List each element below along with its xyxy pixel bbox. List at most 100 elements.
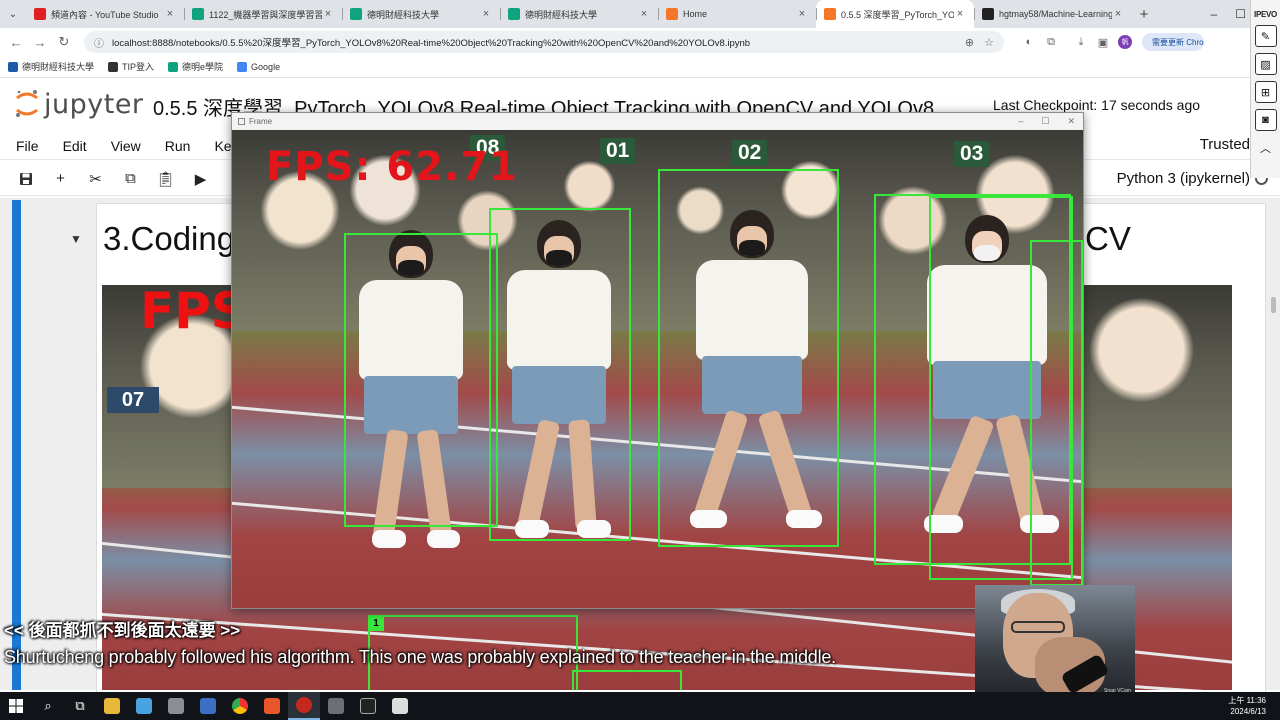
extensions-puzzle-icon[interactable]: ⧉ [1040,31,1062,53]
tab-title: 頻道內容 - YouTube Studio [51,9,159,20]
close-tab-icon[interactable]: × [638,8,650,20]
bookmark-item[interactable]: Google [237,61,280,72]
windows-taskbar: ⌕ ⧉ 上午 11:36 2024/6/13 [0,692,1280,720]
close-tab-icon[interactable]: × [480,8,492,20]
bookmark-star-icon[interactable]: ☆ [984,36,994,49]
cut-icon[interactable]: ✂ [78,165,113,193]
tmue-icon [8,61,18,72]
close-tab-icon[interactable]: × [796,8,808,20]
bookmark-item[interactable]: 德明e學院 [168,60,223,73]
app-icon[interactable] [256,692,288,720]
browser-tab-strip: ⌄ 頻道內容 - YouTube Studio × 1122_機器學習與深度學習習 ×… [0,0,1280,28]
image-icon[interactable]: ▨ [1254,53,1277,75]
tab-search-chevron-icon[interactable]: ⌄ [0,0,26,28]
opencv-frame-window[interactable]: Frame – ☐ ✕ FPS: 62.71 08 01 02 03 [231,112,1084,609]
bookmark-item[interactable]: TIP登入 [108,60,154,73]
kernel-name[interactable]: Python 3 (ipykernel) [1117,170,1250,187]
bookmark-label: TIP登入 [122,62,155,72]
bookmark-item[interactable]: 德明財經科技大學 [8,60,94,73]
site-info-icon[interactable]: ⓘ [94,35,104,50]
maximize-icon[interactable]: ☐ [1235,7,1246,21]
python-icon[interactable] [288,692,320,720]
screenshot-icon[interactable]: ⊞ [1254,81,1277,103]
screen: ⌄ 頻道內容 - YouTube Studio × 1122_機器學習與深度學習習 ×… [0,0,1280,720]
paste-icon[interactable]: 📋︎ [148,165,183,193]
minimize-icon[interactable]: – [1211,7,1218,21]
ipevo-logo: IPEVO [1254,10,1277,19]
section-heading: 3.Coding [103,220,236,257]
browser-tab[interactable]: 1122_機器學習與深度學習習 × [184,0,342,28]
terminal-icon[interactable] [352,692,384,720]
camera-icon[interactable]: ◙ [1254,109,1277,131]
download-icon[interactable]: ⤓ [1070,31,1092,53]
frame-window-controls: – ☐ ✕ [1018,116,1083,127]
pen-icon[interactable]: ✎ [1254,25,1277,47]
file-explorer-icon[interactable] [96,692,128,720]
menu-edit[interactable]: Edit [63,138,87,154]
frame-maximize-icon[interactable]: ☐ [1041,116,1049,127]
forward-icon[interactable]: → [28,30,52,54]
close-tab-icon[interactable]: × [164,8,176,20]
browser-tab[interactable]: 0.5.5 深度學習_PyTorch_YOLOv× [816,0,974,28]
app-icon[interactable] [192,692,224,720]
browser-tab[interactable]: hgtmay58/Machine-Learning × [974,0,1132,28]
new-tab-button[interactable]: + [1132,0,1156,28]
page-scrollbar[interactable] [1271,297,1276,313]
tab-title: 德明財經科技大學 [367,9,440,20]
frame-minimize-icon[interactable]: – [1018,116,1023,127]
collapse-up-icon[interactable]: ︿ [1255,137,1277,159]
start-icon[interactable] [0,692,32,720]
frame-close-icon[interactable]: ✕ [1067,116,1075,127]
system-clock[interactable]: 上午 11:36 2024/6/13 [1228,695,1280,717]
trusted-indicator[interactable]: Trusted [1200,136,1250,153]
subtitle-translation: Shurtucheng probably followed his algori… [4,647,836,667]
tab-title: 1122_機器學習與深度學習習 [209,9,322,20]
copy-icon[interactable]: ⧉ [113,165,148,193]
section-heading-tail: CV [1085,220,1131,257]
menu-view[interactable]: View [111,138,141,154]
chrome-icon[interactable] [224,692,256,720]
save-icon[interactable] [8,165,43,193]
notepad-icon[interactable] [128,692,160,720]
insert-cell-icon[interactable]: + [43,165,78,193]
zoom-icon[interactable]: ⊕ [965,36,974,49]
bookmarks-bar: 德明財經科技大學 TIP登入 德明e學院 Google [0,56,1280,78]
menu-run[interactable]: Run [165,138,191,154]
close-tab-icon[interactable]: × [322,8,334,20]
moodle-icon [168,61,179,72]
back-icon[interactable]: ← [4,30,28,54]
clock-date: 2024/6/13 [1230,707,1266,716]
chrome-update-button[interactable]: 需要更新 Chrome 可更 [1142,33,1204,51]
browser-tab[interactable]: 頻道內容 - YouTube Studio × [26,0,184,28]
extension-icon[interactable]: ◐ [1018,31,1040,53]
last-checkpoint: Last Checkpoint: 17 seconds ago [993,97,1201,113]
close-tab-icon[interactable]: × [954,8,966,20]
tab-title: hgtmay58/Machine-Learning [999,9,1112,19]
browser-tab[interactable]: Home × [658,0,816,28]
jupyter-logo-text: jupyter [44,88,144,120]
search-icon[interactable]: ⌕ [32,692,64,720]
moodle-icon [508,8,520,20]
tracking-bbox [658,169,839,547]
browser-tab[interactable]: 德明財經科技大學 × [500,0,658,28]
app-icon[interactable] [320,692,352,720]
clock-time: 上午 11:36 [1228,696,1266,705]
reload-icon[interactable]: ↻ [52,30,76,54]
close-tab-icon[interactable]: × [1112,8,1124,20]
jupyter-logo[interactable]: jupyter [14,88,144,120]
app-icon[interactable] [160,692,192,720]
url-omnibox[interactable]: ⓘ localhost:8888/notebooks/0.5.5%20深度學習_… [84,31,1004,53]
app-icon[interactable] [384,692,416,720]
frame-window-icon [238,117,245,125]
tab-title: 0.5.5 深度學習_PyTorch_YOLOv [841,9,954,20]
youtube-icon [34,8,46,20]
profile-avatar[interactable]: 帆 [1114,31,1136,53]
collapse-heading-caret-icon[interactable]: ▼ [70,232,82,246]
frame-window-titlebar[interactable]: Frame – ☐ ✕ [232,113,1083,129]
output-bbox [572,670,682,690]
side-panel-icon[interactable]: ▣ [1092,31,1114,53]
task-view-icon[interactable]: ⧉ [64,692,96,720]
menu-file[interactable]: File [16,138,39,154]
browser-tab[interactable]: 德明財經科技大學 × [342,0,500,28]
run-icon[interactable]: ▶ [183,165,218,193]
